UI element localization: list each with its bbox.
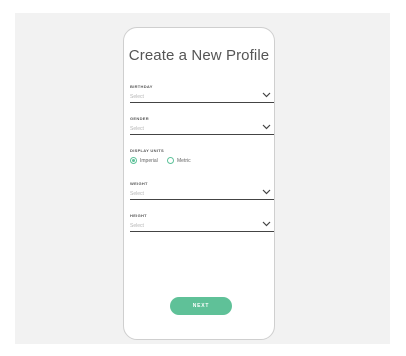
display-units-field: DISPLAY UNITS Imperial Metric — [130, 148, 274, 168]
height-select[interactable]: Select — [130, 219, 274, 232]
next-button[interactable]: NEXT — [170, 297, 232, 315]
gender-field: GENDER Select — [130, 116, 274, 135]
imperial-option-label[interactable]: Imperial — [140, 158, 158, 164]
profile-form-card: Create a New Profile BIRTHDAY Select GEN… — [123, 27, 275, 340]
radio-selected-icon[interactable] — [130, 157, 137, 164]
birthday-field: BIRTHDAY Select — [130, 84, 274, 103]
height-field: HEIGHT Select — [130, 213, 274, 232]
metric-option-label[interactable]: Metric — [177, 158, 191, 164]
birthday-placeholder: Select — [130, 94, 144, 100]
display-units-options: Imperial Metric — [130, 154, 274, 168]
page-title: Create a New Profile — [128, 47, 270, 64]
height-placeholder: Select — [130, 223, 144, 229]
chevron-down-icon — [262, 221, 271, 227]
weight-placeholder: Select — [130, 191, 144, 197]
chevron-down-icon — [262, 92, 271, 98]
chevron-down-icon — [262, 124, 271, 130]
gender-placeholder: Select — [130, 126, 144, 132]
birthday-select[interactable]: Select — [130, 90, 274, 103]
chevron-down-icon — [262, 189, 271, 195]
weight-field: WEIGHT Select — [130, 181, 274, 200]
gender-select[interactable]: Select — [130, 122, 274, 135]
weight-select[interactable]: Select — [130, 187, 274, 200]
radio-unselected-icon[interactable] — [167, 157, 174, 164]
